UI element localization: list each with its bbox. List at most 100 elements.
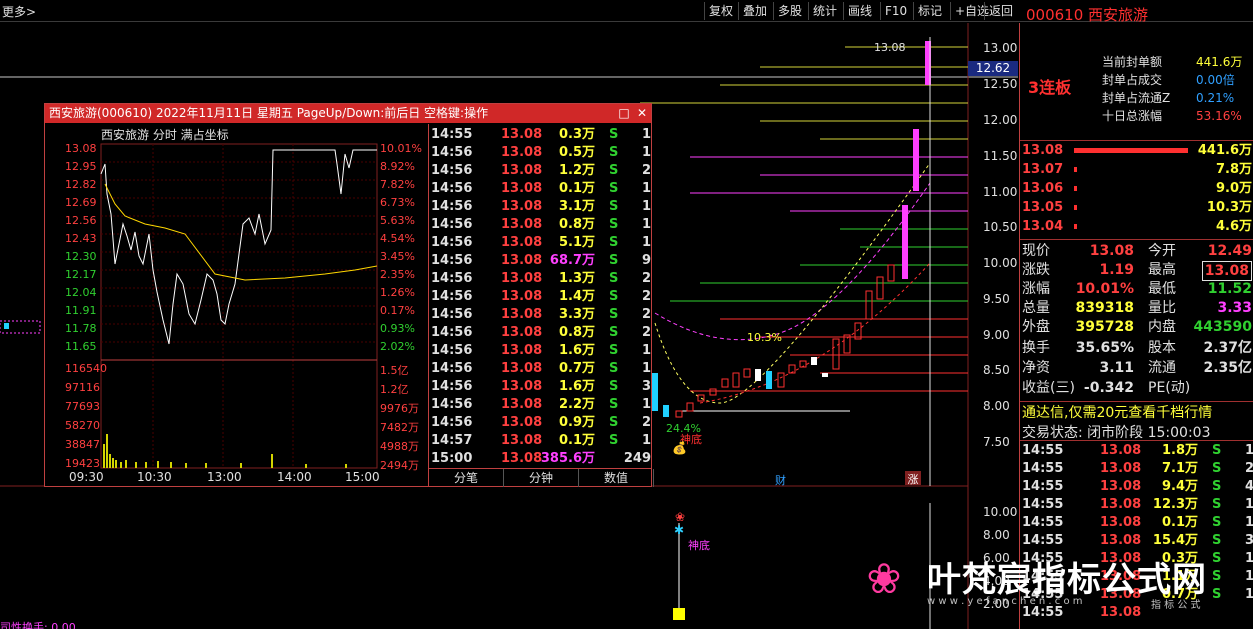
tick-volume: 1.2万 [558,163,595,178]
quote-key2: 流通 [1148,360,1176,376]
tick-row: 14:56 13.08 1.2万 S 2 [429,162,653,180]
tick-volume: 2.2万 [558,397,595,412]
tick-volume: 1.4万 [558,289,595,304]
rtick-side: S [1212,443,1222,458]
tick-time: 15:00 [431,451,473,466]
bottom-left-text: 司性换手: 0.00 [0,621,76,629]
rtick-count: 3 [1244,533,1253,548]
tick-row: 14:56 13.08 5.1万 S 1 [429,234,653,252]
tick-side: S [609,289,619,304]
tick-row: 14:56 13.08 1.4万 S 2 [429,288,653,306]
tick-volume: 5.1万 [558,235,595,250]
quote-value2: 443590 [1193,319,1252,335]
tick-row: 14:56 13.08 1.6万 S 1 [429,342,653,360]
tick-time: 14:56 [431,181,473,196]
tick-side: S [609,217,619,232]
rtick-time: 14:55 [1022,461,1064,476]
more-menu-button[interactable]: 更多> [2,3,36,20]
quote-value: 13.08 [1089,243,1134,259]
tick-row: 14:56 13.08 68.7万 S 9 [429,252,653,270]
axis-label: 9.50 [983,292,1010,306]
tick-price: 13.08 [501,163,543,178]
axis-label: 9.00 [983,328,1010,342]
tick-side: S [609,361,619,376]
popup-tabs: 分笔 分钟 数值 [428,468,654,487]
tick-price: 13.08 [501,253,543,268]
close-icon[interactable]: ✕ [633,104,651,123]
tick-price: 13.08 [501,199,543,214]
mini-left-label: 12.56 [65,214,97,227]
mini-right-label: 4988万 [380,440,419,453]
quote-key: 现价 [1022,243,1050,259]
quote-value2: 13.08 [1201,261,1252,281]
quote-value: 3.11 [1099,360,1134,376]
rtick-time: 14:55 [1022,479,1064,494]
tick-time: 14:56 [431,199,473,214]
tick-side: S [609,397,619,412]
tick-count: 1 [641,433,651,448]
tick-price: 13.08 [501,361,543,376]
tick-count: 2 [641,271,651,286]
toolbar-button[interactable]: 复权 [704,2,737,20]
tick-price: 13.08 [501,379,543,394]
tick-volume: 0.5万 [558,145,595,160]
quote-value2: 11.52 [1207,281,1252,297]
quote-row: 换手 35.65% 股本 2.37亿 [1020,339,1253,357]
toolbar-button[interactable]: 多股 [773,2,806,20]
quote-value: -0.342 [1083,380,1134,396]
tick-price: 13.08 [501,127,543,142]
sub-axis-label: 8.00 [983,528,1010,542]
toolbar-button[interactable]: 叠加 [738,2,771,20]
mini-left-label: 38847 [65,438,100,451]
tick-price: 13.08 [501,433,543,448]
tick-price: 13.08 [501,217,543,232]
maximize-icon[interactable]: □ [615,104,633,123]
rtick-time: 14:55 [1022,515,1064,530]
toolbar-button[interactable]: F10 [880,2,911,20]
tick-count: 2 [641,415,651,430]
tab-0[interactable]: 分笔 [429,469,504,487]
book-price: 13.06 [1022,181,1064,196]
tick-row: 14:56 13.08 0.5万 S 1 [429,144,653,162]
seal-value: 53.16% [1196,109,1242,123]
tick-side: S [609,433,619,448]
svg-text:❀: ❀ [675,510,685,524]
current-price-tag: 12.62 [968,61,1018,76]
mini-right-label: 8.92% [380,160,415,173]
mini-right-label: 6.73% [380,196,415,209]
seal-key: 十日总涨幅 [1102,109,1163,123]
toolbar-button[interactable]: 标记 [913,2,946,20]
intraday-popup[interactable]: 西安旅游(000610) 2022年11月11日 星期五 PageUp/Down… [44,103,654,487]
mini-time-label: 09:30 [69,470,104,484]
toolbar-button[interactable]: 统计 [808,2,841,20]
quote-key: 涨幅 [1022,281,1050,297]
quote-value: 10.01% [1075,281,1134,297]
mini-right-label: 4.54% [380,232,415,245]
tick-price: 13.08 [501,343,543,358]
quote-key2: 今开 [1148,243,1176,259]
tick-side: S [609,307,619,322]
toolbar-button[interactable]: 返回 [984,2,1017,20]
tick-price: 13.08 [501,271,543,286]
sub-axis-label: 10.00 [983,505,1018,519]
tab-2[interactable]: 数值 [579,469,654,487]
axis-label: 8.50 [983,363,1010,377]
tick-side: S [609,235,619,250]
watermark-sub: 指 标 公 式 [1151,600,1201,611]
tab-1[interactable]: 分钟 [504,469,579,487]
tick-count: 2 [641,289,651,304]
rtick-price: 13.08 [1100,443,1142,458]
toolbar-button[interactable]: 画线 [843,2,876,20]
tick-side: S [609,415,619,430]
tick-row: 14:56 13.08 1.6万 S 3 [429,378,653,396]
tick-time: 14:56 [431,163,473,178]
rtick-price: 13.08 [1100,461,1142,476]
tick-volume: 0.3万 [558,127,595,142]
lianban-label: 3连板 [1028,78,1072,97]
book-price: 13.05 [1022,200,1064,215]
popup-title: 西安旅游(000610) 2022年11月11日 星期五 PageUp/Down… [45,104,651,123]
promo-link[interactable]: 通达信,仅需20元查看千档行情 [1022,402,1212,422]
rtick-time: 14:55 [1022,533,1064,548]
axis-label: 11.50 [983,149,1018,163]
candles [652,37,931,486]
